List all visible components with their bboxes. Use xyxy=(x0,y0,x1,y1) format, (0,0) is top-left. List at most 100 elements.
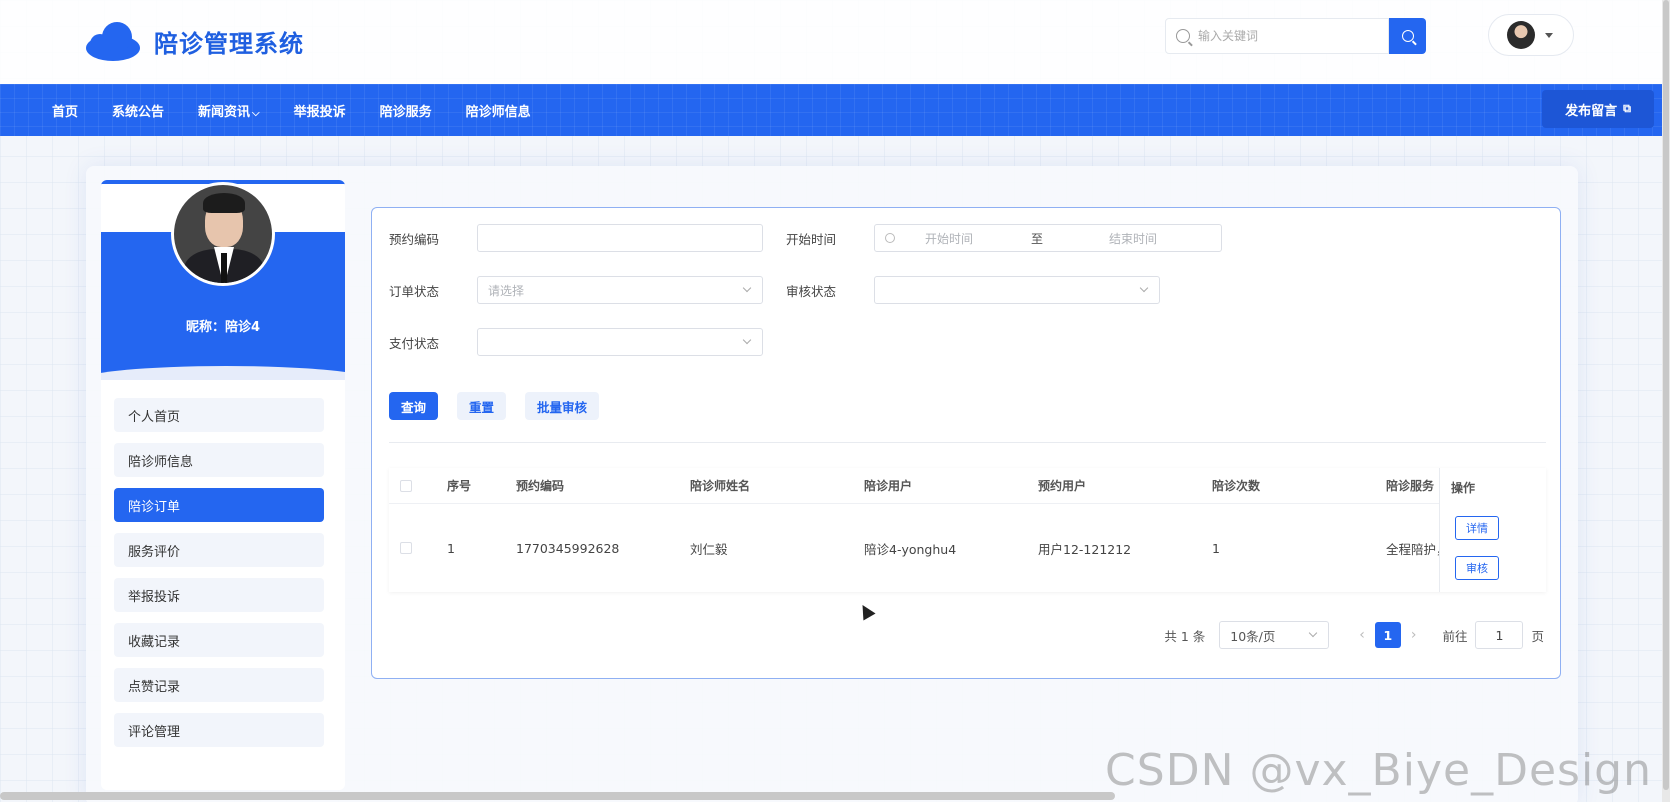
profile-header: 昵称：陪诊4 xyxy=(101,180,345,380)
booking-code-label: 预约编码 xyxy=(389,231,440,247)
range-separator: 至 xyxy=(1031,231,1044,246)
page-size-value: 10条/页 xyxy=(1230,628,1276,644)
profile-wave xyxy=(101,366,345,380)
nav-item-announcements[interactable]: 系统公告 xyxy=(112,101,164,120)
start-time-filter: 开始时间 开始时间 至 结束时间 xyxy=(786,224,1222,252)
publish-message-button[interactable]: 发布留言 ⧉ xyxy=(1542,90,1654,128)
nav-item-news-label: 新闻资讯 xyxy=(198,104,251,120)
horizontal-scrollbar[interactable] xyxy=(0,792,1115,800)
row-checkbox[interactable] xyxy=(400,542,412,554)
order-status-placeholder: 请选择 xyxy=(488,283,525,298)
total-count: 共 1 条 xyxy=(1164,628,1206,644)
sidebar-menu: 个人首页 陪诊师信息 陪诊订单 服务评价 举报投诉 收藏记录 点赞记录 评论管理 xyxy=(114,398,324,758)
chevron-down-icon xyxy=(1139,283,1149,293)
page-suffix: 页 xyxy=(1531,628,1544,644)
prev-page-icon[interactable]: ‹ xyxy=(1359,627,1365,643)
order-status-label: 订单状态 xyxy=(389,283,440,299)
cell-escort-name: 刘仁毅 xyxy=(690,541,728,557)
chevron-down-icon: ⌵ xyxy=(252,107,260,119)
reset-button[interactable]: 重置 xyxy=(457,392,507,420)
search-input-box[interactable] xyxy=(1165,18,1389,54)
sidebar-item-comments[interactable]: 评论管理 xyxy=(114,713,324,747)
avatar xyxy=(1507,21,1535,49)
nav-item-news[interactable]: 新闻资讯 ⌵ xyxy=(198,101,260,120)
page-size-select[interactable]: 10条/页 xyxy=(1219,621,1330,649)
cell-index: 1 xyxy=(447,540,455,556)
booking-code-input[interactable] xyxy=(477,224,763,252)
sidebar-item-complaints[interactable]: 举报投诉 xyxy=(114,578,324,612)
avatar-hair xyxy=(203,193,245,213)
orders-panel: 预约编码 开始时间 开始时间 至 结束时间 订单状态 请选择 审核状态 支付状态… xyxy=(371,207,1561,679)
external-link-icon: ⧉ xyxy=(1623,102,1631,115)
nav-item-escort-info[interactable]: 陪诊师信息 xyxy=(466,101,531,120)
sidebar-item-service-review[interactable]: 服务评价 xyxy=(114,533,324,567)
nav-item-home[interactable]: 首页 xyxy=(52,101,78,120)
detail-button[interactable]: 详情 xyxy=(1455,516,1499,540)
nav-item-escort-service[interactable]: 陪诊服务 xyxy=(380,101,432,120)
action-buttons: 查询 重置 批量审核 xyxy=(389,392,618,420)
goto-page-input[interactable]: 1 xyxy=(1475,621,1524,649)
vertical-scrollbar[interactable] xyxy=(1662,0,1670,802)
search-bar xyxy=(1165,18,1445,54)
query-button[interactable]: 查询 xyxy=(389,392,439,420)
col-escort-name: 陪诊师姓名 xyxy=(690,479,751,493)
start-time-label: 开始时间 xyxy=(786,231,837,247)
search-icon xyxy=(1401,30,1414,42)
sidebar-item-escort-orders[interactable]: 陪诊订单 xyxy=(114,488,324,522)
cell-escort-count: 1 xyxy=(1212,540,1220,556)
review-status-select[interactable] xyxy=(874,276,1160,304)
pay-status-filter: 支付状态 xyxy=(389,328,763,356)
app-logo[interactable]: 陪诊管理系统 xyxy=(84,20,304,62)
caret-down-icon xyxy=(1545,32,1553,38)
col-booking-user: 预约用户 xyxy=(1038,479,1087,493)
user-sidebar: 昵称：陪诊4 个人首页 陪诊师信息 陪诊订单 服务评价 举报投诉 收藏记录 点赞… xyxy=(101,180,345,790)
app-title: 陪诊管理系统 xyxy=(154,29,304,58)
review-button[interactable]: 审核 xyxy=(1455,556,1499,580)
col-escort-count: 陪诊次数 xyxy=(1212,479,1261,493)
order-status-select[interactable]: 请选择 xyxy=(477,276,763,304)
end-time-placeholder: 结束时间 xyxy=(1109,231,1158,246)
orders-table: 序号 预约编码 陪诊师姓名 陪诊用户 预约用户 陪诊次数 陪诊服务 1 1770… xyxy=(389,468,1546,592)
sidebar-item-favorites[interactable]: 收藏记录 xyxy=(114,623,324,657)
main-navbar: 首页 系统公告 新闻资讯 ⌵ 举报投诉 陪诊服务 陪诊师信息 发布留言 ⧉ xyxy=(0,84,1662,136)
next-page-icon[interactable]: › xyxy=(1411,627,1417,643)
col-index: 序号 xyxy=(447,479,472,493)
booking-code-filter: 预约编码 xyxy=(389,224,763,252)
user-menu[interactable] xyxy=(1488,14,1574,56)
order-status-filter: 订单状态 请选择 xyxy=(389,276,763,304)
chevron-down-icon xyxy=(742,335,752,345)
col-escort-service: 陪诊服务 xyxy=(1386,479,1435,493)
table-row: 1 1770345992628 刘仁毅 陪诊4-yonghu4 用户12-121… xyxy=(389,504,1546,592)
select-all-checkbox[interactable] xyxy=(400,480,412,492)
cell-booking-code: 1770345992628 xyxy=(516,540,620,556)
pagination: 共 1 条 10条/页 ‹ 1 › 前往 1 页 xyxy=(1164,621,1544,649)
search-icon xyxy=(1176,29,1190,43)
page-number-current[interactable]: 1 xyxy=(1374,622,1401,648)
operations-column: 操作 详情 审核 xyxy=(1439,468,1546,592)
sidebar-item-likes[interactable]: 点赞记录 xyxy=(114,668,324,702)
profile-avatar xyxy=(171,182,275,286)
col-escort-user: 陪诊用户 xyxy=(864,479,913,493)
cloud-logo-icon xyxy=(86,22,140,61)
search-input[interactable] xyxy=(1198,29,1388,43)
top-header: 陪诊管理系统 xyxy=(0,0,1670,84)
sidebar-item-escort-info[interactable]: 陪诊师信息 xyxy=(114,443,324,477)
profile-nickname: 昵称：陪诊4 xyxy=(185,320,261,335)
chevron-down-icon xyxy=(742,283,752,293)
nav-item-complaints[interactable]: 举报投诉 xyxy=(294,101,346,120)
chevron-down-icon xyxy=(1309,628,1318,638)
date-range-picker[interactable]: 开始时间 至 结束时间 xyxy=(874,224,1222,252)
review-status-label: 审核状态 xyxy=(786,283,837,299)
cell-booking-user: 用户12-121212 xyxy=(1038,541,1132,557)
publish-label: 发布留言 xyxy=(1565,103,1618,119)
avatar-tie xyxy=(221,253,227,283)
pay-status-select[interactable] xyxy=(477,328,763,356)
watermark: CSDN @vx_Biye_Design xyxy=(1105,745,1652,796)
clock-icon xyxy=(885,233,895,243)
search-button[interactable] xyxy=(1389,18,1426,54)
sidebar-item-home[interactable]: 个人首页 xyxy=(114,398,324,432)
cell-escort-user: 陪诊4-yonghu4 xyxy=(864,541,957,557)
col-operations: 操作 xyxy=(1451,481,1476,495)
batch-review-button[interactable]: 批量审核 xyxy=(525,392,600,420)
scrollbar-thumb[interactable] xyxy=(1663,0,1669,790)
